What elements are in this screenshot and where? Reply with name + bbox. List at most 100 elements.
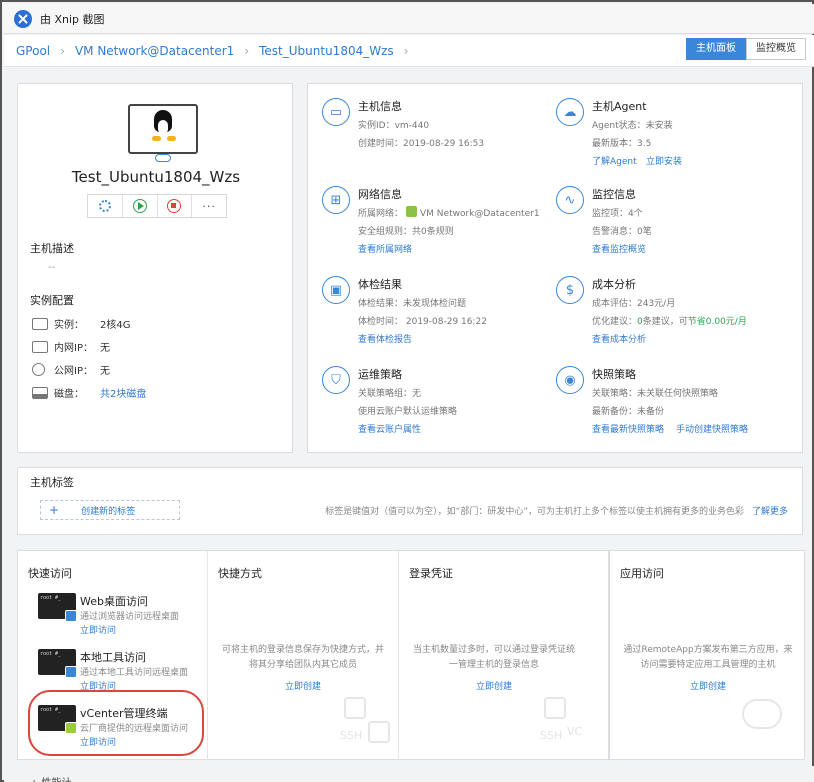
stop-icon — [167, 199, 182, 213]
created-time: 创建时间：2019-08-29 16:53 — [358, 139, 485, 149]
spec-row-private-ip: 内网IP： 无 — [32, 339, 110, 354]
vc-watermark: VC — [567, 725, 583, 738]
create-tag-button[interactable]: + 创建新的标签 — [40, 500, 180, 520]
breadcrumb-gpool[interactable]: GPool — [16, 44, 50, 58]
spec-label: 磁盘： — [54, 389, 84, 400]
instance-config-title: 实例配置 — [30, 294, 74, 307]
create-credential-link[interactable]: 立即创建 — [399, 679, 589, 692]
vm-name: Test_Ubuntu1804_Wzs — [71, 168, 241, 186]
chevron-right-icon: › — [60, 43, 65, 58]
more-icon: ··· — [202, 199, 216, 213]
info-title: 运维策略 — [358, 368, 402, 381]
monitor-items: 监控项：4个 — [592, 209, 643, 219]
instance-id: 实例ID：vm-440 — [358, 121, 430, 131]
view-snapshot-link[interactable]: 查看最新快照策略 — [592, 422, 664, 435]
snapshot-policy: 关联策略：未关联任何快照策略 — [592, 389, 719, 399]
view-account-link[interactable]: 查看云账户属性 — [358, 422, 421, 435]
suggest-mid: 条建议，可 — [642, 317, 688, 327]
tab-host-panel[interactable]: 主机面板 — [686, 38, 746, 60]
qa-desc: 云厂商提供的远程桌面访问 — [80, 724, 189, 734]
breadcrumb-network[interactable]: VM Network@Datacenter1 — [75, 44, 234, 58]
title-bar: 由 Xnip 截图 — [4, 4, 814, 34]
qa-title: 本地工具访问 — [80, 651, 146, 664]
window-title: 由 Xnip 截图 — [40, 12, 105, 26]
vm-action-group: ··· — [87, 194, 227, 218]
network-card-icon — [32, 340, 48, 353]
browser-badge-icon — [65, 610, 77, 622]
plus-icon: + — [49, 503, 60, 517]
create-snapshot-link[interactable]: 手动创建快照策略 — [676, 422, 748, 435]
ops-policy: 使用云账户默认运维策略 — [358, 407, 458, 417]
web-desktop-access: root #_ Web桌面访问 通过浏览器访问远程桌面 立即访问 — [38, 593, 213, 637]
local-access-link[interactable]: 立即访问 — [80, 679, 116, 692]
qa-desc: 通过本地工具访问远程桌面 — [80, 668, 189, 678]
latest-backup: 最新备份：未备份 — [592, 407, 665, 417]
credential-title: 登录凭证 — [409, 567, 453, 580]
qa-title: Web桌面访问 — [80, 595, 148, 608]
view-network-link[interactable]: 查看所属网络 — [358, 242, 412, 255]
vcenter-access-link[interactable]: 立即访问 — [80, 735, 116, 748]
server-icon — [32, 317, 48, 330]
info-title: 监控信息 — [592, 188, 636, 201]
start-button[interactable] — [123, 195, 158, 217]
local-tool-access: root #_ 本地工具访问 通过本地工具访问远程桌面 立即访问 — [38, 649, 213, 693]
spec-label: 公网IP： — [54, 366, 93, 377]
vmware-icon — [406, 206, 418, 217]
learn-agent-link[interactable]: 了解Agent — [592, 154, 637, 167]
suggest-label: 优化建议： — [592, 317, 638, 327]
dollar-icon: $ — [556, 276, 584, 304]
network-value: VM Network@Datacenter1 — [420, 209, 540, 219]
cloud-wrench-watermark-icon — [742, 699, 782, 729]
settings-button[interactable] — [88, 195, 123, 217]
vmware-badge-icon — [65, 722, 77, 734]
host-tags-panel: 主机标签 + 创建新的标签 标签是键值对（值可以为空），如“部门：研发中心”，可… — [17, 467, 803, 535]
linux-monitor-icon — [128, 104, 198, 154]
app-access-panel: 应用访问 通过RemoteApp方案发布第三方应用，来访问需要特定应用工具管理的… — [609, 550, 805, 760]
more-button[interactable]: ··· — [192, 195, 226, 217]
view-cost-link[interactable]: 查看成本分析 — [592, 332, 646, 345]
stop-button[interactable] — [158, 195, 193, 217]
app-access-title: 应用访问 — [620, 567, 664, 580]
info-network: ⊞ 网络信息 所属网络： VM Network@Datacenter1 安全组规则… — [322, 186, 552, 276]
create-app-access-link[interactable]: 立即创建 — [610, 679, 806, 692]
agent-status: Agent状态：未安装 — [592, 121, 673, 131]
ssh-watermark: SSH — [340, 729, 363, 742]
view-health-link[interactable]: 查看体检报告 — [358, 332, 412, 345]
health-time: 体检时间： 2019-08-29 16:22 — [358, 317, 487, 327]
ssh-watermark: SSH — [540, 729, 563, 742]
network-line: 所属网络： VM Network@Datacenter1 — [358, 206, 540, 219]
tux-foot — [152, 136, 161, 141]
network-label: 所属网络： — [358, 209, 404, 219]
install-agent-link[interactable]: 立即安装 — [646, 154, 682, 167]
create-shortcut-link[interactable]: 立即创建 — [208, 679, 398, 692]
local-tool-badge-icon — [65, 666, 77, 678]
web-access-link[interactable]: 立即访问 — [80, 623, 116, 636]
agent-version: 最新版本：3.5 — [592, 139, 652, 149]
chevron-right-icon: › — [244, 43, 250, 58]
suggest-saving: 节省0.00元/月 — [687, 317, 747, 327]
learn-more-link[interactable]: 了解更多 — [752, 507, 788, 517]
watermark-icon — [544, 697, 566, 719]
breadcrumb-host[interactable]: Test_Ubuntu1804_Wzs — [259, 44, 394, 58]
tab-monitor-overview[interactable]: 监控概览 — [746, 38, 806, 60]
quick-access-title: 快速访问 — [28, 567, 72, 580]
camera-icon: ◉ — [556, 366, 584, 394]
access-panel: 快速访问 root #_ Web桌面访问 通过浏览器访问远程桌面 立即访问 ro… — [17, 550, 609, 761]
tux-foot — [167, 136, 176, 141]
disk-count-link[interactable]: 共2块磁盘 — [100, 385, 146, 400]
info-monitor: ∿ 监控信息 监控项：4个 告警消息：0笔 查看监控概览 — [556, 186, 786, 276]
watermark-icon — [368, 721, 390, 743]
info-title: 快照策略 — [592, 368, 636, 381]
xnip-logo-icon — [14, 9, 32, 28]
vm-summary-card: Test_Ubuntu1804_Wzs ··· 主机描述 -- 实例配置 实例：… — [17, 83, 293, 453]
gear-icon — [98, 200, 111, 212]
qa-title: vCenter管理终端 — [80, 707, 168, 720]
spec-value: 无 — [100, 343, 110, 354]
quick-access-column: 快速访问 root #_ Web桌面访问 通过浏览器访问远程桌面 立即访问 ro… — [18, 551, 208, 761]
tags-title: 主机标签 — [30, 476, 74, 489]
info-snapshot: ◉ 快照策略 关联策略：未关联任何快照策略 最新备份：未备份 查看最新快照策略 … — [556, 366, 786, 456]
view-monitor-link[interactable]: 查看监控概览 — [592, 242, 646, 255]
app-access-desc: 通过RemoteApp方案发布第三方应用，来访问需要特定应用工具管理的主机 — [623, 645, 793, 670]
info-health: ▣ 体检结果 体检结果：未发现体检问题 体检时间： 2019-08-29 16:… — [322, 276, 552, 366]
info-cost: $ 成本分析 成本评估：243元/月 优化建议：0条建议，可节省0.00元/月 … — [556, 276, 786, 366]
